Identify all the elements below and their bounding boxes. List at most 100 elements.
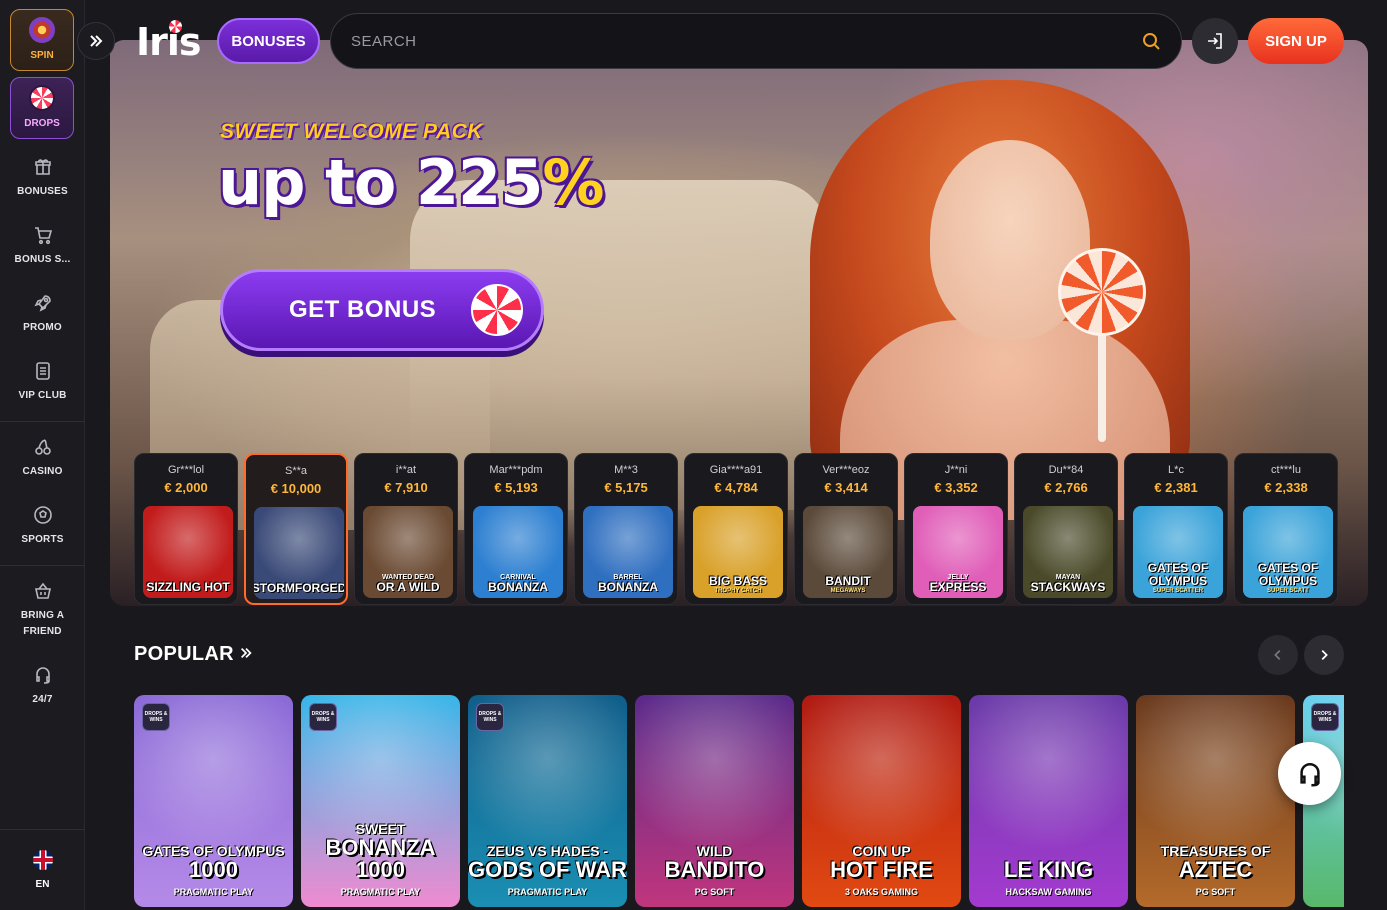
search-bar: [330, 13, 1182, 69]
candy-icon: [471, 284, 523, 336]
search-icon[interactable]: [1141, 31, 1161, 51]
game-tile[interactable]: LE KING HACKSAW GAMING: [969, 695, 1128, 907]
casino-home: SPIN DROPS BONUSES BONUS S... PROMO VIP …: [0, 0, 1387, 910]
sidebar-item-bring-a-friend[interactable]: BRING A FRIEND: [0, 581, 85, 643]
uk-flag-icon: [32, 850, 53, 870]
win-username: Gr***lol: [167, 464, 205, 476]
game-title-line2: BANDITO: [664, 857, 765, 882]
win-username: ct***lu: [1271, 464, 1301, 476]
chevron-left-icon: [1274, 650, 1281, 660]
rocket-icon: [33, 293, 53, 313]
win-username: Du**84: [1048, 464, 1084, 476]
hero-title-percent: %: [542, 146, 604, 219]
sidebar-item-label: BONUS S...: [14, 254, 71, 265]
win-username: S**a: [284, 465, 308, 477]
game-title: STORMFORGED: [254, 581, 344, 595]
game-thumbnail: BIG BASS TROPHY CATCH: [693, 506, 783, 598]
login-icon: [1208, 33, 1222, 49]
game-thumbnail: JELLY EXPRESS: [913, 506, 1003, 598]
double-chevron-right-icon: [90, 35, 103, 47]
sidebar-item-vip-club[interactable]: VIP CLUB: [0, 361, 85, 421]
sidebar-item-casino[interactable]: CASINO: [0, 437, 85, 497]
sign-up-button[interactable]: SIGN UP: [1248, 18, 1344, 64]
recent-win-card[interactable]: Du**84 € 2,766 MAYAN STACKWAYS: [1014, 453, 1118, 605]
win-username: Ver***eoz: [822, 464, 870, 476]
win-username: M**3: [614, 464, 638, 476]
game-title: GATES OF OLYMPUS: [1147, 561, 1209, 588]
hero-title-main: up to 225: [218, 146, 543, 219]
sidebar-item-support[interactable]: 24/7: [0, 665, 85, 725]
language-label: EN: [35, 879, 50, 890]
double-chevron-right-icon: [241, 648, 252, 658]
site-logo[interactable]: Iris: [136, 20, 202, 62]
drops-wins-badge: DROPS & WINS: [309, 703, 337, 731]
win-amount: € 2,338: [1264, 480, 1308, 495]
game-tile[interactable]: DROPS & WINS SWEET BONANZA 1000 PRAGMATIC P…: [301, 695, 460, 907]
bonuses-button[interactable]: BONUSES: [217, 18, 320, 64]
game-provider: PRAGMATIC PLAY: [173, 887, 254, 897]
game-provider: PG SOFT: [694, 887, 735, 897]
sidebar-item-bonuses[interactable]: BONUSES: [0, 157, 85, 217]
recent-wins-strip: Gr***lol € 2,000 SIZZLING HOT S**a € 10,000 S…: [134, 453, 1344, 605]
win-username: Mar***pdm: [489, 464, 543, 476]
recent-win-card[interactable]: Gr***lol € 2,000 SIZZLING HOT: [134, 453, 238, 605]
get-bonus-label: GET BONUS: [289, 296, 437, 323]
game-thumbnail: SIZZLING HOT: [143, 506, 233, 598]
win-amount: € 3,414: [824, 480, 868, 495]
carousel-prev-button[interactable]: [1258, 635, 1298, 675]
recent-win-card[interactable]: L*c € 2,381 GATES OF OLYMPUS SUPER SCATTER: [1124, 453, 1228, 605]
chevron-right-icon: [1321, 650, 1328, 660]
game-tile[interactable]: COIN UP HOT FIRE 3 OAKS GAMING: [802, 695, 961, 907]
game-title-line2: GODS OF WAR: [468, 857, 627, 882]
game-thumbnail: BANDIT MEGAWAYS: [803, 506, 893, 598]
recent-win-card[interactable]: ct***lu € 2,338 GATES OF OLYMPUS SUPER SCAT…: [1234, 453, 1338, 605]
sidebar-item-promo[interactable]: PROMO: [0, 293, 85, 353]
sign-up-label: SIGN UP: [1265, 32, 1327, 50]
login-button[interactable]: [1192, 18, 1238, 64]
recent-win-card[interactable]: Gia****a91 € 4,784 BIG BASS TROPHY CATCH: [684, 453, 788, 605]
language-selector[interactable]: EN: [0, 829, 85, 910]
game-title: EXPRESS: [929, 580, 987, 594]
popular-section-title: POPULAR: [134, 643, 234, 665]
drops-label: DROPS: [24, 118, 60, 129]
headset-icon: [1299, 762, 1320, 786]
game-thumbnail: WANTED DEAD OR A WILD: [363, 506, 453, 598]
lollipop-image: [1058, 248, 1146, 336]
sidebar-item-label: CASINO: [22, 466, 63, 477]
game-provider: PRAGMATIC PLAY: [340, 887, 421, 897]
recent-win-card[interactable]: J**ni € 3,352 JELLY EXPRESS: [904, 453, 1008, 605]
win-username: J**ni: [944, 464, 968, 476]
game-tile[interactable]: DROPS & WINS ZEUS VS HADES - GODS OF WAR PR…: [468, 695, 627, 907]
game-title: BANDIT: [825, 574, 871, 588]
recent-win-card[interactable]: i**at € 7,910 WANTED DEAD OR A WILD: [354, 453, 458, 605]
game-tile[interactable]: WILD BANDITO PG SOFT: [635, 695, 794, 907]
expand-sidebar-button[interactable]: [77, 22, 115, 60]
game-tile[interactable]: DROPS & WINS GATES OF OLYMPUS 1000 PRAGMATI…: [134, 695, 293, 907]
recent-win-card[interactable]: M**3 € 5,175 BARREL BONANZA: [574, 453, 678, 605]
game-tagline: TROPHY CATCH: [714, 588, 762, 594]
sidebar-item-bonus-shop[interactable]: BONUS S...: [0, 225, 85, 285]
win-amount: € 10,000: [270, 481, 322, 496]
game-thumbnail: STORMFORGED: [254, 507, 344, 599]
spin-button[interactable]: SPIN: [10, 9, 74, 71]
search-input[interactable]: [351, 32, 1141, 50]
drops-wins-badge: DROPS & WINS: [476, 703, 504, 731]
carousel-next-button[interactable]: [1304, 635, 1344, 675]
get-bonus-button[interactable]: GET BONUS: [220, 269, 544, 351]
bonuses-label: BONUSES: [231, 32, 306, 50]
recent-win-card[interactable]: S**a € 10,000 STORMFORGED: [244, 453, 348, 605]
basket-icon: [33, 581, 53, 601]
recent-win-card[interactable]: Mar***pdm € 5,193 CARNIVAL BONANZA: [464, 453, 568, 605]
game-tile[interactable]: TREASURES OF AZTEC PG SOFT: [1136, 695, 1295, 907]
headset-icon: [33, 665, 53, 685]
game-thumbnail: GATES OF OLYMPUS SUPER SCATT: [1243, 506, 1333, 598]
popular-see-all-button[interactable]: [239, 643, 253, 666]
recent-win-card[interactable]: Ver***eoz € 3,414 BANDIT MEGAWAYS: [794, 453, 898, 605]
sidebar-item-sports[interactable]: SPORTS: [0, 505, 85, 565]
live-support-button[interactable]: [1278, 742, 1341, 805]
spin-label: SPIN: [30, 50, 54, 61]
lollipop-image: [1098, 332, 1106, 442]
drops-button[interactable]: DROPS: [10, 77, 74, 139]
game-title: STACKWAYS: [1030, 580, 1106, 594]
win-username: L*c: [1168, 464, 1184, 476]
